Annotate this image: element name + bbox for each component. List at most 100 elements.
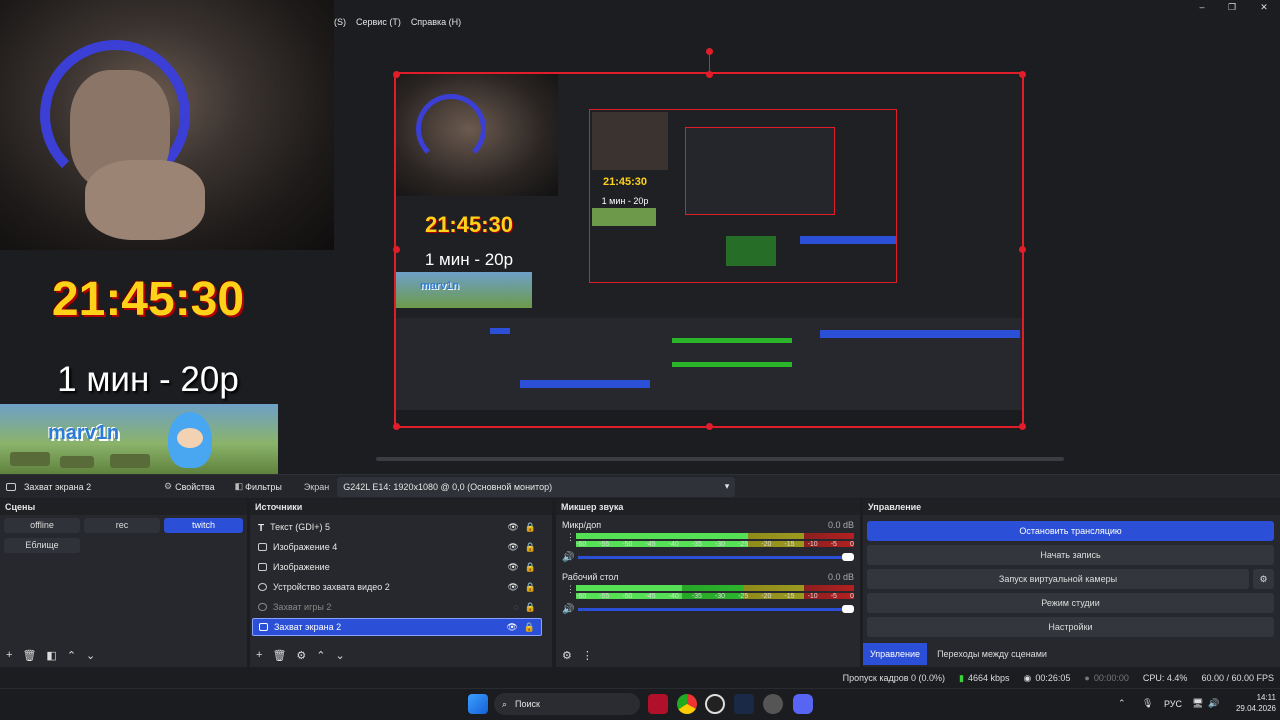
resize-handle[interactable] bbox=[706, 423, 713, 430]
speaker-icon[interactable]: 🔊 bbox=[562, 604, 574, 615]
lock-icon[interactable]: 🔒 bbox=[525, 562, 536, 573]
gear-icon[interactable]: ⚙ bbox=[562, 649, 572, 662]
eye-icon[interactable]: 👁 bbox=[507, 562, 518, 573]
maximize-button[interactable]: ❐ bbox=[1216, 0, 1248, 14]
chevron-down-icon[interactable]: ⌄ bbox=[336, 649, 345, 662]
stop-stream-button[interactable]: Остановить трансляцию bbox=[867, 521, 1274, 541]
lock-icon[interactable]: 🔒 bbox=[524, 622, 535, 633]
chevron-up-icon[interactable]: ⌃ bbox=[67, 649, 76, 662]
horizontal-scrollbar[interactable] bbox=[376, 457, 1064, 461]
menu-item-help[interactable]: Справка (H) bbox=[411, 17, 461, 31]
close-button[interactable]: ✕ bbox=[1248, 0, 1280, 14]
taskbar-search[interactable]: ⌕ Поиск bbox=[494, 693, 640, 715]
studio-mode-button[interactable]: Режим студии bbox=[867, 593, 1274, 613]
app-icon[interactable] bbox=[648, 694, 668, 714]
eye-hidden-icon[interactable]: ◌ bbox=[513, 602, 518, 612]
sources-title: Источники bbox=[250, 499, 552, 515]
network-icon[interactable]: 🖥 bbox=[1192, 698, 1203, 709]
tick-label: 0 bbox=[849, 593, 854, 600]
nested-screen-capture: 21:45:30 1 мин - 20р bbox=[589, 109, 897, 283]
volume-slider-thumb[interactable] bbox=[842, 553, 854, 561]
clock-tray[interactable]: 14:11 29.04.2026 bbox=[1224, 692, 1276, 714]
tick-label: -40 bbox=[668, 541, 679, 548]
volume-icon[interactable]: 🔊 bbox=[1208, 698, 1219, 709]
more-icon[interactable]: ⋮ bbox=[582, 649, 593, 662]
steam-icon[interactable] bbox=[734, 694, 754, 714]
resize-handle[interactable] bbox=[1019, 71, 1026, 78]
tab-transitions[interactable]: Переходы между сценами bbox=[930, 643, 1054, 665]
settings-app-icon[interactable] bbox=[763, 694, 783, 714]
nested-price: 1 мин - 20р bbox=[424, 250, 514, 269]
microphone-icon[interactable]: 🎙 bbox=[1142, 698, 1153, 709]
language-indicator[interactable]: РУС bbox=[1164, 699, 1182, 709]
tick-label: -55 bbox=[599, 541, 610, 548]
meter-ticks: -60 -55 -50 -45 -40 -35 -30 -25 -20 -15 -10 -5 0 bbox=[576, 541, 854, 551]
scene-rec[interactable]: rec bbox=[84, 518, 160, 533]
filter-icon[interactable]: ◧ bbox=[46, 649, 56, 662]
more-icon[interactable]: ⋮ bbox=[566, 532, 575, 543]
volume-slider[interactable] bbox=[578, 556, 848, 559]
nested-active-scene bbox=[490, 328, 510, 334]
source-row[interactable]: Изображение 👁 🔒 bbox=[252, 558, 542, 576]
nested-clock-small: 21:45:30 bbox=[602, 176, 648, 188]
hand-shape bbox=[85, 160, 205, 240]
more-icon[interactable]: ⋮ bbox=[566, 584, 575, 595]
resize-handle[interactable] bbox=[393, 423, 400, 430]
eye-icon[interactable]: 👁 bbox=[507, 542, 518, 553]
resize-handle[interactable] bbox=[1019, 246, 1026, 253]
tick-label: -30 bbox=[714, 541, 726, 548]
start-record-button[interactable]: Начать запись bbox=[867, 545, 1274, 565]
filters-button[interactable]: Фильтры bbox=[245, 482, 282, 492]
resize-handle[interactable] bbox=[393, 71, 400, 78]
obs-icon[interactable] bbox=[705, 694, 725, 714]
source-row-selected[interactable]: Захват экрана 2 👁 🔒 bbox=[252, 618, 542, 636]
add-icon[interactable]: + bbox=[256, 649, 262, 661]
monitor-icon bbox=[6, 482, 16, 491]
properties-button[interactable]: Свойства bbox=[175, 482, 215, 492]
source-row[interactable]: Устройство захвата видео 2 👁 🔒 bbox=[252, 578, 542, 596]
screen-capture-source[interactable]: 21:45:30 1 мин - 20р marv1n 21:45:30 1 м… bbox=[394, 72, 1024, 428]
tab-controls[interactable]: Управление bbox=[863, 643, 927, 665]
windows-start-icon[interactable] bbox=[468, 694, 488, 714]
trash-icon[interactable]: 🗑 bbox=[22, 649, 36, 662]
scene-offline[interactable]: offline bbox=[4, 518, 80, 533]
lock-icon[interactable]: 🔒 bbox=[525, 542, 536, 553]
lock-icon[interactable]: 🔒 bbox=[525, 522, 536, 533]
speaker-icon[interactable]: 🔊 bbox=[562, 552, 574, 563]
scene-twitch[interactable]: twitch bbox=[164, 518, 243, 533]
resize-handle[interactable] bbox=[393, 246, 400, 253]
chevron-up-icon[interactable]: ⌃ bbox=[1118, 698, 1126, 709]
volume-slider[interactable] bbox=[578, 608, 848, 611]
source-row[interactable]: T Текст (GDI+) 5 👁 🔒 bbox=[252, 518, 542, 536]
mixer-title: Микшер звука bbox=[556, 499, 860, 515]
chevron-down-icon[interactable]: ⌄ bbox=[86, 649, 95, 662]
eye-icon[interactable]: 👁 bbox=[506, 622, 517, 633]
channel-name: Рабочий стол bbox=[562, 572, 619, 582]
eye-icon[interactable]: 👁 bbox=[507, 522, 518, 533]
trash-icon[interactable]: 🗑 bbox=[272, 649, 286, 662]
discord-icon[interactable] bbox=[793, 694, 813, 714]
menu-item-tools[interactable]: Сервис (T) bbox=[356, 17, 401, 31]
screen-select[interactable]: G242L E14: 1920x1080 @ 0,0 (Основной мон… bbox=[337, 476, 736, 497]
chevron-up-icon[interactable]: ⌃ bbox=[316, 649, 325, 662]
volume-slider-thumb[interactable] bbox=[842, 605, 854, 613]
gear-icon[interactable]: ⚙ bbox=[1253, 569, 1274, 589]
rotation-handle[interactable] bbox=[706, 48, 713, 55]
source-label: Изображение bbox=[273, 562, 330, 572]
lock-icon[interactable]: 🔒 bbox=[525, 602, 536, 613]
gear-icon[interactable]: ⚙ bbox=[296, 649, 306, 662]
resize-handle[interactable] bbox=[1019, 423, 1026, 430]
eye-icon[interactable]: 👁 bbox=[507, 582, 518, 593]
lock-icon[interactable]: 🔒 bbox=[525, 582, 536, 593]
scene-eblishe[interactable]: Еблище bbox=[4, 538, 80, 553]
settings-button[interactable]: Настройки bbox=[867, 617, 1274, 637]
source-row[interactable]: Изображение 4 👁 🔒 bbox=[252, 538, 542, 556]
nested-banner-small bbox=[592, 208, 656, 226]
virtual-camera-button[interactable]: Запуск виртуальной камеры bbox=[867, 569, 1249, 589]
cpu-usage: CPU: 4.4% bbox=[1142, 673, 1188, 683]
add-icon[interactable]: + bbox=[6, 649, 12, 661]
minimize-button[interactable]: – bbox=[1186, 0, 1218, 14]
source-row[interactable]: Захват игры 2 ◌ 🔒 bbox=[252, 598, 542, 616]
chrome-icon[interactable] bbox=[677, 694, 697, 714]
menu-item-scene[interactable]: (S) bbox=[334, 17, 346, 31]
